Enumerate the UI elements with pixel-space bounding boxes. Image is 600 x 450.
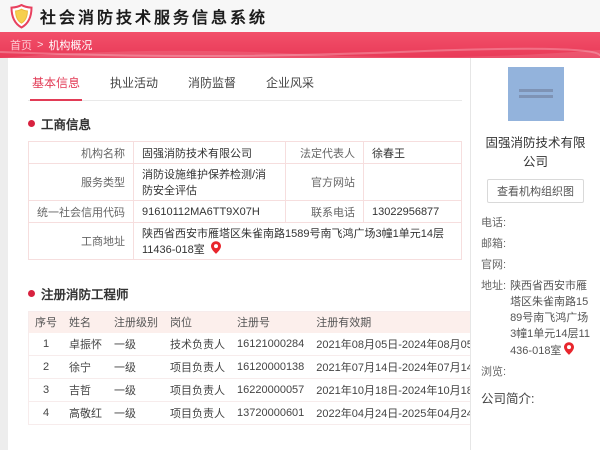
field-label: 联系电话: [285, 200, 364, 223]
cell-no: 3: [28, 378, 63, 402]
business-address-value: 陕西省西安市雁塔区朱雀南路1589号南飞鸿广场3幢1单元14层11436-018…: [133, 222, 462, 260]
cell-no: 1: [28, 332, 63, 356]
cell-reg-no: 16220000057: [231, 378, 311, 402]
field-value: [363, 163, 462, 201]
cell-level: 一级: [108, 355, 164, 379]
engineers-table: 序号 姓名 注册级别 岗位 注册号 注册有效期 1 卓振怀 一级 技术负责人 161210…: [28, 311, 491, 425]
app-header: 社会消防技术服务信息系统: [0, 0, 600, 32]
cell-name: 卓振怀: [63, 332, 108, 356]
field-label: 法定代表人: [285, 141, 364, 164]
contact-row: 邮箱:: [481, 236, 590, 252]
cell-level: 一级: [108, 401, 164, 425]
cell-validity: 2021年08月05日-2024年08月05日: [310, 332, 491, 356]
contact-label: 邮箱:: [481, 238, 507, 250]
red-dot-icon: [28, 120, 35, 127]
business-info-row: 服务类型 消防设施维护保养检测/消防安全评估 官方网站: [28, 163, 462, 201]
column-header: 注册级别: [108, 311, 164, 333]
app-title: 社会消防技术服务信息系统: [40, 10, 269, 27]
contact-label: 电话:: [481, 217, 507, 229]
business-info-heading: 工商信息: [41, 118, 92, 132]
breadcrumb: 首页 > 机构概况: [0, 32, 600, 58]
column-header: 序号: [28, 311, 63, 333]
contact-label: 官网:: [481, 259, 507, 271]
tab-item[interactable]: 执业活动: [108, 70, 160, 100]
field-value: 13022956877: [363, 200, 462, 223]
table-row: 1 卓振怀 一级 技术负责人 16121000284 2021年08月05日-2…: [28, 332, 491, 356]
contact-row: 官网:: [481, 257, 590, 273]
cell-no: 4: [28, 401, 63, 425]
engineers-heading: 注册消防工程师: [41, 288, 129, 302]
tab-item[interactable]: 消防监督: [186, 70, 238, 100]
contact-label: 浏览:: [481, 366, 507, 378]
cell-post: 技术负责人: [164, 332, 231, 356]
address-text: 陕西省西安市雁塔区朱雀南路1589号南飞鸿广场3幢1单元14层11436-018…: [142, 228, 444, 256]
location-pin-icon[interactable]: [210, 241, 221, 254]
column-header: 姓名: [63, 311, 108, 333]
cell-level: 一级: [108, 332, 164, 356]
table-row: 4 高敬红 一级 项目负责人 13720000601 2022年04月24日-2…: [28, 401, 491, 425]
company-logo-image: [507, 67, 564, 121]
company-profile-label: 公司简介:: [481, 392, 535, 406]
field-label: 统一社会信用代码: [28, 200, 134, 223]
field-label: 服务类型: [28, 163, 134, 201]
business-info-row: 统一社会信用代码 91610112MA6TT9X07H 联系电话 1302295…: [28, 200, 462, 223]
section-title-business: 工商信息: [28, 114, 462, 133]
company-name: 固强消防技术有限公司: [485, 136, 586, 169]
content-card: 基本信息 执业活动 消防监督 企业风采 工商信息 机构名称 固强消防技术有限公司: [8, 58, 600, 450]
business-info-table: 机构名称 固强消防技术有限公司 法定代表人 徐春王 服务类型 消防设施维护保养检…: [28, 141, 462, 260]
column-header: 岗位: [164, 311, 231, 333]
table-row: 2 徐宁 一级 项目负责人 16120000138 2021年07月14日-20…: [28, 355, 491, 379]
field-value: 91610112MA6TT9X07H: [133, 200, 286, 223]
section-title-engineers: 注册消防工程师: [28, 284, 462, 303]
cell-reg-no: 16121000284: [231, 332, 311, 356]
cell-reg-no: 13720000601: [231, 401, 311, 425]
engineers-header-row: 序号 姓名 注册级别 岗位 注册号 注册有效期: [28, 311, 491, 333]
column-header: 注册有效期: [310, 311, 491, 333]
field-label: 工商地址: [28, 222, 134, 260]
contact-row: 电话:: [481, 215, 590, 231]
contact-list: 电话: 邮箱: 官网: 地址: 陕西省西安市雁塔区朱雀南路1589号南飞鸿广场3…: [481, 215, 590, 380]
field-value: 徐春王: [363, 141, 462, 164]
field-value: 固强消防技术有限公司: [133, 141, 286, 164]
company-sidebar: 固强消防技术有限公司 查看机构组织图 电话: 邮箱: 官网: 地址: 陕西省西安…: [470, 58, 600, 450]
cell-level: 一级: [108, 378, 164, 402]
cell-no: 2: [28, 355, 63, 379]
cell-validity: 2021年10月18日-2024年10月18日: [310, 378, 491, 402]
table-row: 3 吉哲 一级 项目负责人 16220000057 2021年10月18日-20…: [28, 378, 491, 402]
cell-validity: 2021年07月14日-2024年07月14日: [310, 355, 491, 379]
cell-name: 高敬红: [63, 401, 108, 425]
breadcrumb-current: 机构概况: [48, 40, 93, 52]
contact-row: 浏览:: [481, 364, 590, 380]
field-label: 官方网站: [285, 163, 364, 201]
field-label: 机构名称: [28, 141, 134, 164]
tab-item[interactable]: 企业风采: [264, 70, 316, 100]
business-address-row: 工商地址 陕西省西安市雁塔区朱雀南路1589号南飞鸿广场3幢1单元14层1143…: [28, 222, 462, 260]
cell-validity: 2022年04月24日-2025年04月24日: [310, 401, 491, 425]
contact-row: 地址: 陕西省西安市雁塔区朱雀南路1589号南飞鸿广场3幢1单元14层11436…: [481, 278, 590, 359]
field-value: 消防设施维护保养检测/消防安全评估: [133, 163, 286, 201]
column-header: 注册号: [231, 311, 311, 333]
tab-item[interactable]: 基本信息: [30, 70, 83, 101]
cell-name: 徐宁: [63, 355, 108, 379]
main-column: 基本信息 执业活动 消防监督 企业风采 工商信息 机构名称 固强消防技术有限公司: [8, 58, 491, 450]
contact-label: 地址:: [481, 280, 507, 292]
tab-bar: 基本信息 执业活动 消防监督 企业风采: [28, 68, 462, 101]
business-info-row: 机构名称 固强消防技术有限公司 法定代表人 徐春王: [28, 141, 462, 164]
cell-name: 吉哲: [63, 378, 108, 402]
shield-logo-icon: [10, 3, 33, 29]
location-pin-icon[interactable]: [564, 342, 575, 355]
cell-post: 项目负责人: [164, 355, 231, 379]
view-org-chart-button[interactable]: 查看机构组织图: [487, 179, 584, 203]
breadcrumb-separator: >: [37, 39, 44, 51]
cell-reg-no: 16120000138: [231, 355, 311, 379]
cell-post: 项目负责人: [164, 378, 231, 402]
contact-value: 陕西省西安市雁塔区朱雀南路1589号南飞鸿广场3幢1单元14层11436-018…: [510, 280, 590, 357]
breadcrumb-home-link[interactable]: 首页: [10, 37, 32, 53]
breadcrumb-band: 首页 > 机构概况: [0, 32, 600, 58]
red-dot-icon: [28, 290, 35, 297]
cell-post: 项目负责人: [164, 401, 231, 425]
